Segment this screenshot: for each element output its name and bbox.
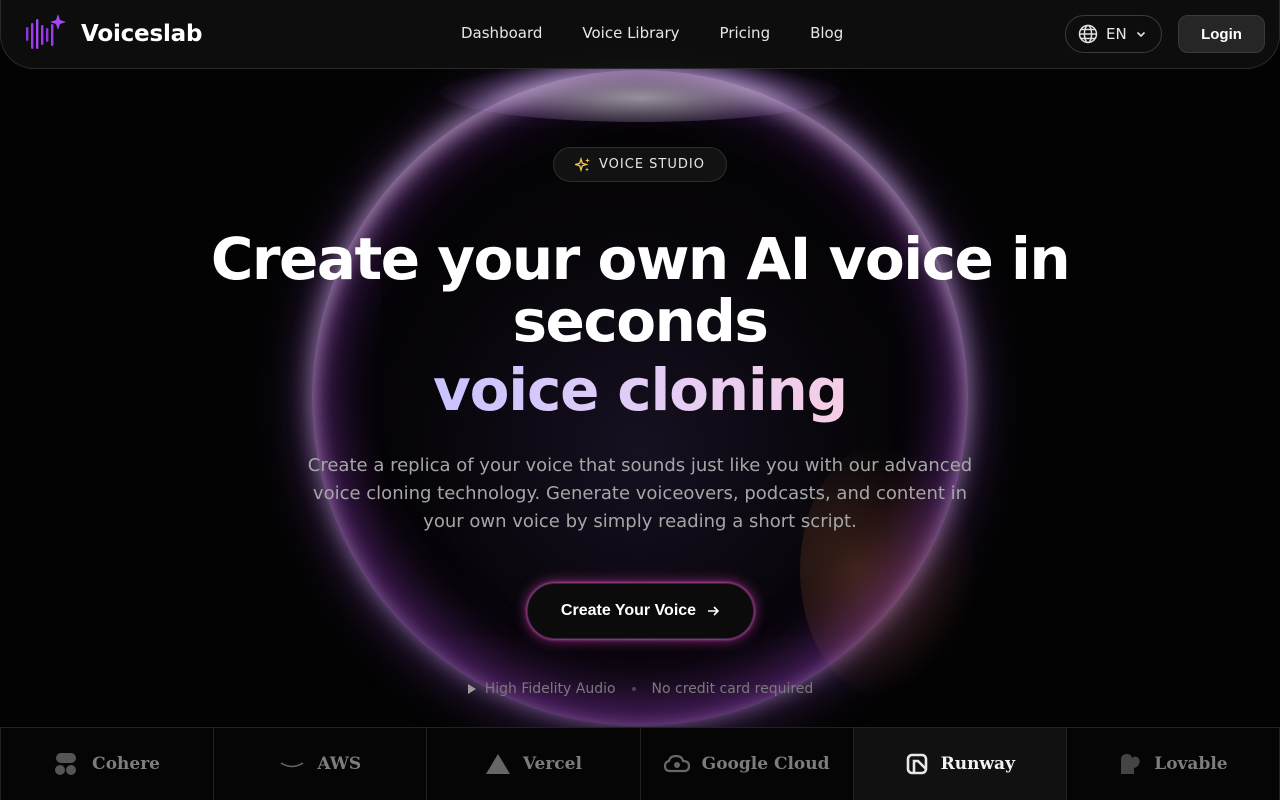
partner-vercel: Vercel xyxy=(427,728,641,800)
partner-aws: AWS xyxy=(214,728,428,800)
runway-icon xyxy=(905,752,929,776)
brand-name: Voiceslab xyxy=(81,21,203,47)
partner-name: AWS xyxy=(317,754,362,774)
partner-name: Cohere xyxy=(92,754,160,774)
badge-label: VOICE STUDIO xyxy=(599,157,705,172)
aws-icon xyxy=(279,757,305,771)
login-button[interactable]: Login xyxy=(1178,15,1265,53)
language-code: EN xyxy=(1106,25,1127,43)
hero-meta: High Fidelity Audio No credit card requi… xyxy=(0,681,1280,697)
partner-cohere: Cohere xyxy=(0,728,215,800)
meta-high-fidelity: High Fidelity Audio xyxy=(484,681,616,697)
sparkles-icon xyxy=(575,156,591,173)
chevron-down-icon xyxy=(1135,28,1147,40)
nav-voice-library[interactable]: Voice Library xyxy=(582,24,679,42)
top-nav: Voiceslab Dashboard Voice Library Pricin… xyxy=(0,0,1280,69)
partner-google-cloud: Google Cloud xyxy=(640,728,854,800)
brand-logo[interactable]: Voiceslab xyxy=(25,14,202,54)
cohere-icon xyxy=(54,751,80,777)
partner-name: Lovable xyxy=(1154,754,1228,774)
lovable-icon xyxy=(1118,752,1142,776)
google-cloud-icon xyxy=(663,754,690,774)
main-nav: Dashboard Voice Library Pricing Blog xyxy=(461,24,843,42)
meta-separator xyxy=(631,687,636,691)
hero-title-accent-text: voice cloning xyxy=(433,356,848,424)
hero-subtitle: Create a replica of your voice that soun… xyxy=(307,455,973,532)
partner-name: Runway xyxy=(940,754,1015,774)
meta-no-credit-card: No credit card required xyxy=(651,681,814,697)
soundwave-logo-icon xyxy=(25,14,69,54)
create-your-voice-button[interactable]: Create Your Voice xyxy=(527,583,754,639)
hero-title-accent: voice cloning xyxy=(140,358,1140,422)
vercel-icon xyxy=(485,752,511,776)
hero-title: Create your own AI voice in seconds xyxy=(210,225,1071,355)
voice-studio-badge: VOICE STUDIO xyxy=(553,147,727,182)
language-selector[interactable]: EN xyxy=(1065,15,1162,53)
nav-pricing[interactable]: Pricing xyxy=(720,24,771,42)
partner-name: Vercel xyxy=(522,754,582,774)
globe-icon xyxy=(1078,24,1098,44)
arrow-right-icon xyxy=(706,604,720,618)
cta-label: Create Your Voice xyxy=(560,602,697,619)
orb-highlight xyxy=(440,62,840,122)
nav-blog[interactable]: Blog xyxy=(810,24,843,42)
nav-dashboard[interactable]: Dashboard xyxy=(461,24,542,42)
partner-lovable: Lovable xyxy=(1066,728,1280,800)
partner-runway: Runway xyxy=(853,728,1067,800)
partner-name: Google Cloud xyxy=(701,754,830,774)
play-icon xyxy=(467,683,477,695)
partner-logos: Cohere AWS Vercel Google Cloud Runway Lo… xyxy=(0,727,1280,800)
